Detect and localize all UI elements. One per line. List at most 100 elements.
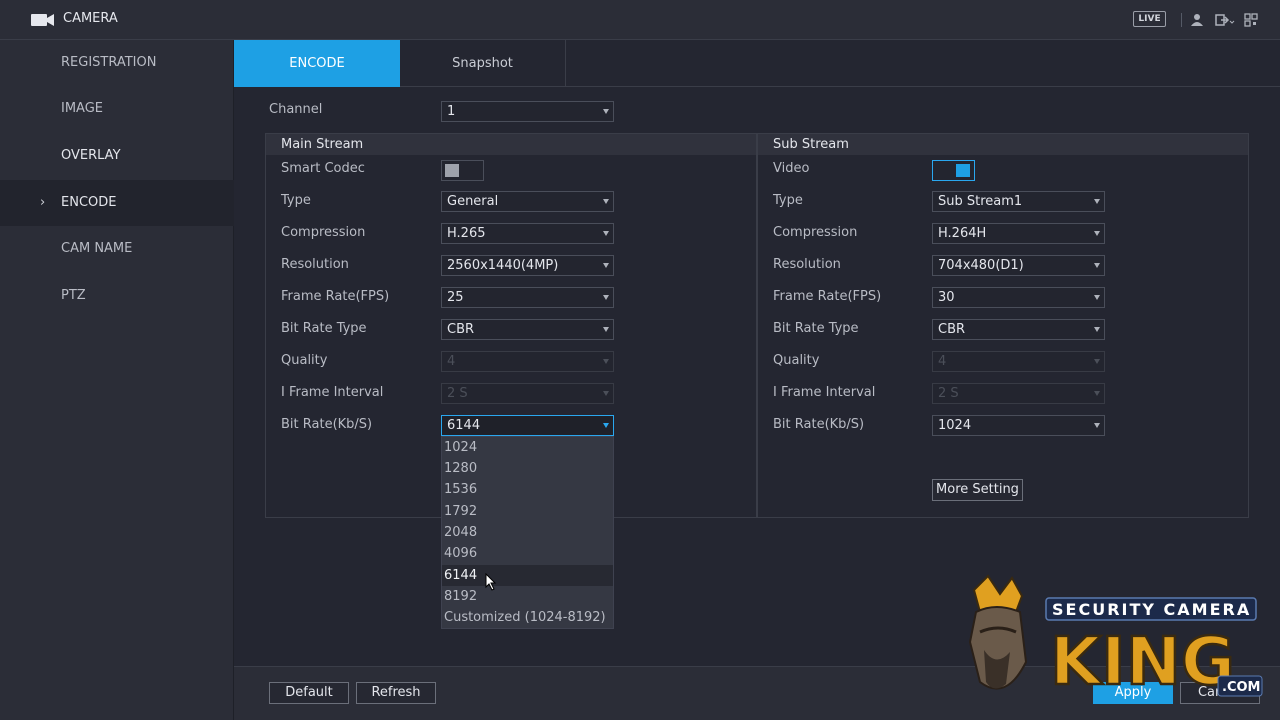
dropdown-option[interactable]: 8192 xyxy=(442,586,613,607)
dropdown-option[interactable]: 2048 xyxy=(442,522,613,543)
default-button[interactable]: Default xyxy=(269,682,349,704)
chevron-down-icon xyxy=(1094,263,1100,268)
select-value: 2560x1440(4MP) xyxy=(447,258,559,273)
video-label: Video xyxy=(773,161,810,176)
compression-select[interactable]: H.265 xyxy=(441,223,614,244)
sidebar-item-registration[interactable]: REGISTRATION xyxy=(0,40,234,86)
divider xyxy=(1181,13,1182,27)
dropdown-option[interactable]: 4096 xyxy=(442,543,613,564)
sidebar-item-ptz[interactable]: PTZ xyxy=(0,273,234,319)
iframe-interval-select: 2 S xyxy=(441,383,614,404)
smart-codec-toggle[interactable] xyxy=(441,160,484,181)
sub-frame-rate-label: Frame Rate(FPS) xyxy=(773,289,882,304)
main-stream-title: Main Stream xyxy=(266,134,756,155)
sub-stream-title: Sub Stream xyxy=(758,134,1248,155)
chevron-down-icon xyxy=(603,391,609,396)
select-value: 704x480(D1) xyxy=(938,258,1024,273)
sub-bit-rate-select[interactable]: 1024 xyxy=(932,415,1105,436)
security-camera-king-logo: SECURITY CAMERA KING .COM xyxy=(968,574,1263,701)
sub-iframe-interval-label: I Frame Interval xyxy=(773,385,876,400)
chevron-down-icon xyxy=(603,327,609,332)
sidebar-item-label: ENCODE xyxy=(61,195,117,210)
bit-rate-label: Bit Rate(Kb/S) xyxy=(281,417,373,432)
bit-rate-type-select[interactable]: CBR xyxy=(441,319,614,340)
tab-encode[interactable]: ENCODE xyxy=(234,40,400,87)
dropdown-option-selected[interactable]: 6144 xyxy=(442,565,613,586)
sidebar-item-cam-name[interactable]: CAM NAME xyxy=(0,226,234,272)
video-toggle[interactable] xyxy=(932,160,975,181)
quality-select: 4 xyxy=(441,351,614,372)
sidebar-item-encode[interactable]: › ENCODE xyxy=(0,180,234,226)
page-title: CAMERA xyxy=(63,11,118,26)
chevron-down-icon xyxy=(1094,359,1100,364)
toggle-knob xyxy=(445,164,459,177)
sub-resolution-select[interactable]: 704x480(D1) xyxy=(932,255,1105,276)
bit-rate-select[interactable]: 6144 xyxy=(441,415,614,436)
select-value: 2 S xyxy=(447,386,468,401)
select-value: H.265 xyxy=(447,226,486,241)
sub-resolution-label: Resolution xyxy=(773,257,841,272)
dropdown-option[interactable]: Customized (1024-8192) xyxy=(442,607,613,628)
select-value: CBR xyxy=(938,322,966,337)
dropdown-option[interactable]: 1024 xyxy=(442,437,613,458)
refresh-button[interactable]: Refresh xyxy=(356,682,436,704)
chevron-down-icon xyxy=(1094,391,1100,396)
select-value: 2 S xyxy=(938,386,959,401)
sidebar-item-label: OVERLAY xyxy=(61,148,121,163)
logo-text-line1: SECURITY CAMERA xyxy=(1052,600,1251,619)
sidebar-item-label: PTZ xyxy=(61,288,86,303)
sub-bit-rate-type-select[interactable]: CBR xyxy=(932,319,1105,340)
channel-label: Channel xyxy=(269,102,323,117)
qr-icon[interactable] xyxy=(1243,12,1259,28)
tab-bar: ENCODE Snapshot xyxy=(234,40,1280,87)
sub-type-select[interactable]: Sub Stream1 xyxy=(932,191,1105,212)
chevron-down-icon xyxy=(1094,327,1100,332)
sidebar-item-image[interactable]: IMAGE xyxy=(0,86,234,132)
chevron-down-icon xyxy=(603,359,609,364)
sub-compression-select[interactable]: H.264H xyxy=(932,223,1105,244)
sub-frame-rate-select[interactable]: 30 xyxy=(932,287,1105,308)
smart-codec-label: Smart Codec xyxy=(281,161,365,176)
compression-label: Compression xyxy=(281,225,366,240)
dropdown-option[interactable]: 1280 xyxy=(442,458,613,479)
sub-quality-select: 4 xyxy=(932,351,1105,372)
sidebar-item-label: IMAGE xyxy=(61,101,104,116)
quality-label: Quality xyxy=(281,353,328,368)
sidebar-item-label: CAM NAME xyxy=(61,241,133,256)
chevron-down-icon xyxy=(1094,423,1100,428)
toggle-knob xyxy=(956,164,970,177)
frame-rate-label: Frame Rate(FPS) xyxy=(281,289,390,304)
resolution-select[interactable]: 2560x1440(4MP) xyxy=(441,255,614,276)
chevron-down-icon xyxy=(603,109,609,114)
more-setting-button[interactable]: More Setting xyxy=(932,479,1023,501)
dropdown-option[interactable]: 1792 xyxy=(442,501,613,522)
type-label: Type xyxy=(281,193,311,208)
select-value: 1024 xyxy=(938,418,972,433)
sidebar-item-overlay[interactable]: OVERLAY xyxy=(0,133,234,179)
iframe-interval-label: I Frame Interval xyxy=(281,385,384,400)
type-select[interactable]: General xyxy=(441,191,614,212)
select-value: General xyxy=(447,194,499,209)
chevron-right-icon: › xyxy=(40,195,46,210)
chevron-down-icon xyxy=(1094,199,1100,204)
select-value: Sub Stream1 xyxy=(938,194,1023,209)
chevron-down-icon xyxy=(603,295,609,300)
select-value: H.264H xyxy=(938,226,987,241)
logo-text-line2: KING xyxy=(1050,623,1235,700)
live-button[interactable]: LIVE xyxy=(1133,11,1166,27)
logout-icon[interactable] xyxy=(1214,12,1236,28)
channel-select[interactable]: 1 xyxy=(441,101,614,122)
select-value: 30 xyxy=(938,290,955,305)
dropdown-option[interactable]: 1536 xyxy=(442,479,613,500)
mouse-cursor-icon xyxy=(485,573,497,591)
select-value: 25 xyxy=(447,290,464,305)
tab-snapshot[interactable]: Snapshot xyxy=(400,40,566,87)
sub-compression-label: Compression xyxy=(773,225,858,240)
logo-text-com: .COM xyxy=(1222,680,1260,695)
select-value: 6144 xyxy=(447,418,481,433)
resolution-label: Resolution xyxy=(281,257,349,272)
frame-rate-select[interactable]: 25 xyxy=(441,287,614,308)
user-icon[interactable] xyxy=(1189,12,1205,28)
chevron-down-icon xyxy=(603,423,609,428)
select-value: 1 xyxy=(447,104,456,119)
